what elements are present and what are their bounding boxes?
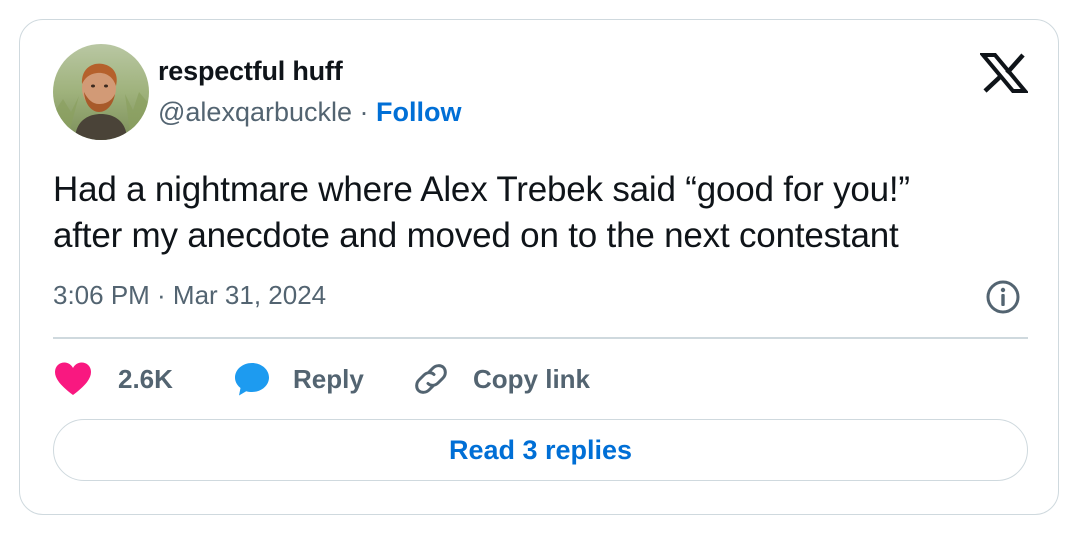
author-handle[interactable]: @alexqarbuckle (158, 97, 352, 127)
tweet-text: Had a nightmare where Alex Trebek said “… (53, 167, 1043, 259)
info-icon[interactable] (985, 279, 1021, 315)
tweet-timestamp[interactable]: 3:06 PM · Mar 31, 2024 (53, 280, 326, 311)
like-count: 2.6K (118, 363, 173, 394)
tweet-text-line: after my anecdote and moved on to the ne… (53, 216, 899, 255)
handle-separator: · (352, 97, 377, 127)
copy-link-button[interactable]: Copy link (413, 361, 590, 397)
read-replies-button[interactable]: Read 3 replies (53, 419, 1028, 481)
heart-icon (53, 361, 93, 397)
author-handle-row: @alexqarbuckle · Follow (158, 97, 462, 128)
reply-label: Reply (293, 363, 364, 394)
x-logo-icon[interactable] (978, 53, 1030, 93)
copy-link-label: Copy link (473, 363, 591, 394)
reply-button[interactable]: Reply (233, 361, 413, 397)
speech-bubble-icon (233, 361, 271, 397)
follow-button[interactable]: Follow (376, 97, 461, 127)
like-button[interactable]: 2.6K (53, 361, 233, 397)
tweet-text-line: Had a nightmare where Alex Trebek said “… (53, 170, 910, 209)
author-display-name[interactable]: respectful huff (158, 56, 343, 87)
divider (53, 337, 1028, 339)
author-avatar[interactable] (53, 44, 149, 140)
link-icon (413, 361, 449, 397)
tweet-actions: 2.6K Reply Copy link (53, 356, 590, 402)
